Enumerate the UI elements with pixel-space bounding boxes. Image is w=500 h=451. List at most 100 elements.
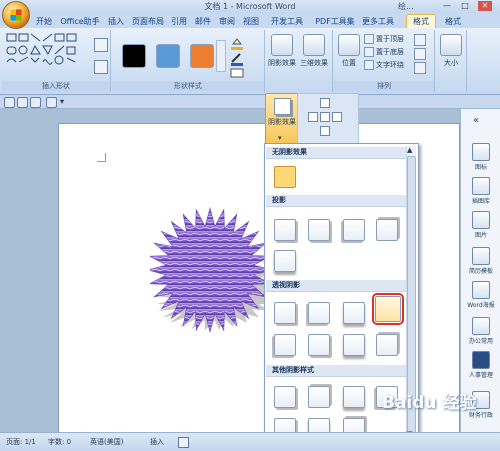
nudge-down-icon[interactable]: [320, 126, 330, 136]
shadow-option-drop-2[interactable]: [308, 219, 330, 241]
tab-format-active[interactable]: 格式: [406, 14, 436, 28]
office-logo-icon: [10, 9, 22, 21]
status-page[interactable]: 页面: 1/1: [6, 437, 36, 447]
shape-change-icon[interactable]: [230, 68, 244, 78]
save-icon[interactable]: [4, 97, 15, 108]
hr-icon: [472, 351, 490, 369]
group-icon[interactable]: [414, 48, 426, 60]
collapse-panel-icon[interactable]: «: [473, 115, 479, 126]
style-swatch-orange[interactable]: [190, 44, 214, 68]
scroll-up-icon[interactable]: ▲: [407, 146, 412, 154]
tab-mailings[interactable]: 邮件: [192, 15, 214, 28]
tab-home[interactable]: 开始: [32, 15, 56, 28]
position-button[interactable]: 位置: [334, 34, 364, 68]
fill-color-icon[interactable]: [230, 36, 243, 50]
size-label: 大小: [444, 59, 458, 67]
bring-to-front-button[interactable]: 置于顶层: [364, 34, 404, 44]
tab-references[interactable]: 引用: [168, 15, 190, 28]
threed-effects-button[interactable]: 三维效果: [299, 34, 329, 68]
tab-pdf-tools[interactable]: PDF工具集: [312, 15, 358, 28]
qat-dropdown-icon[interactable]: ▾: [60, 97, 64, 106]
status-insert-mode[interactable]: 插入: [150, 437, 164, 447]
style-swatch-blue[interactable]: [156, 44, 180, 68]
tab-developer[interactable]: 开发工具: [264, 15, 310, 28]
dropdown-arrow-icon: ▾: [278, 134, 282, 142]
shadow-option-other-1[interactable]: [274, 386, 296, 408]
nudge-up-icon[interactable]: [320, 98, 330, 108]
minimize-button[interactable]: —: [440, 1, 454, 11]
section-drop-shadow: 投影: [266, 195, 414, 207]
sidebar-item-label: 办公常用: [468, 338, 493, 345]
shadow-nudge-tools: [297, 93, 359, 145]
shadow-preview-icon: [274, 98, 291, 115]
tab-insert[interactable]: 插入: [104, 15, 128, 28]
tab-review[interactable]: 审阅: [216, 15, 238, 28]
send-to-back-button[interactable]: 置于底层: [364, 47, 404, 57]
macro-record-icon[interactable]: [178, 437, 189, 448]
text-wrap-button[interactable]: 文字环绕: [364, 60, 404, 70]
shadow-option-perspective-4-highlighted[interactable]: [372, 293, 404, 325]
shadow-icon: [271, 34, 293, 56]
shadow-option-perspective-7[interactable]: [343, 334, 365, 356]
sidebar-item-illustrations[interactable]: 插图库: [463, 177, 499, 205]
shadow-option-drop-3[interactable]: [343, 219, 365, 241]
shapes-gallery[interactable]: [6, 32, 96, 72]
outline-color-icon[interactable]: [230, 52, 243, 66]
shadow-option-perspective-6[interactable]: [308, 334, 330, 356]
tab-page-layout[interactable]: 页面布局: [130, 15, 166, 28]
sidebar-item-word-poster[interactable]: Word海报: [463, 281, 499, 309]
section-other-shadow: 其他阴影样式: [266, 365, 414, 377]
icons-icon: [472, 143, 490, 161]
toggle-shadow-icon[interactable]: [320, 112, 330, 122]
sidebar-item-office[interactable]: 办公常用: [463, 317, 499, 345]
undo-icon[interactable]: [17, 97, 28, 108]
edit-shape-icon[interactable]: [94, 38, 108, 52]
shadow-effects-dropdown-button[interactable]: 阴影效果 ▾: [265, 93, 299, 145]
sidebar-item-icons[interactable]: 图标: [463, 143, 499, 171]
tab-more-tools[interactable]: 更多工具: [360, 15, 396, 28]
redo-icon[interactable]: [30, 97, 41, 108]
send-back-label: 置于底层: [376, 48, 404, 56]
group-insert-shapes: 插入形状: [2, 30, 111, 92]
size-button[interactable]: 大小: [436, 34, 466, 68]
shadow-option-drop-1[interactable]: [274, 219, 296, 241]
tab-format[interactable]: 格式: [440, 15, 466, 28]
status-language[interactable]: 英语(美国): [90, 437, 123, 447]
shadow-option-perspective-3[interactable]: [343, 302, 365, 324]
shadow-option-none[interactable]: [274, 166, 296, 188]
tab-view[interactable]: 视图: [240, 15, 262, 28]
shadow-effects-label: 阴影效果: [268, 59, 296, 67]
shadow-effects-ribbon-button[interactable]: 阴影效果: [267, 34, 297, 68]
sidebar-item-label: 插图库: [471, 198, 490, 205]
window-title-extra: 绘...: [398, 2, 414, 11]
window-title: 文档 1 - Microsoft Word: [204, 2, 296, 11]
sidebar-item-resume[interactable]: 简历模板: [463, 247, 499, 275]
style-gallery-scroll[interactable]: [216, 40, 226, 72]
shadow-option-other-2[interactable]: [308, 386, 330, 408]
shadow-option-perspective-5[interactable]: [274, 334, 296, 356]
nudge-left-icon[interactable]: [308, 112, 318, 122]
close-button[interactable]: ✕: [478, 1, 492, 11]
sidebar-item-pictures[interactable]: 图片: [463, 211, 499, 239]
office-button[interactable]: [2, 1, 30, 29]
maximize-button[interactable]: □: [458, 1, 472, 11]
tab-office-assistant[interactable]: Office助手: [58, 15, 102, 28]
text-box-icon[interactable]: [94, 60, 108, 74]
shadow-option-perspective-8[interactable]: [376, 334, 398, 356]
nudge-right-icon[interactable]: [332, 112, 342, 122]
status-bar: 页面: 1/1 字数: 0 英语(美国) 插入: [0, 432, 500, 451]
shadow-option-drop-5[interactable]: [274, 250, 296, 272]
picture-icon: [472, 211, 490, 229]
right-sidebar: « 图标 插图库 图片 简历模板 Word海报 办公常用 人事管理 财务行政: [460, 109, 500, 432]
sidebar-item-hr[interactable]: 人事管理: [463, 351, 499, 379]
shadow-option-perspective-2[interactable]: [308, 302, 330, 324]
position-icon: [338, 34, 360, 56]
style-swatch-black[interactable]: [122, 44, 146, 68]
shadow-option-perspective-1[interactable]: [274, 302, 296, 324]
print-preview-icon[interactable]: [46, 97, 57, 108]
shadow-option-drop-4[interactable]: [376, 219, 398, 241]
rotate-icon[interactable]: [414, 62, 426, 74]
status-words[interactable]: 字数: 0: [48, 437, 71, 447]
align-icon[interactable]: [414, 34, 426, 46]
shadow-option-other-3[interactable]: [343, 386, 365, 408]
